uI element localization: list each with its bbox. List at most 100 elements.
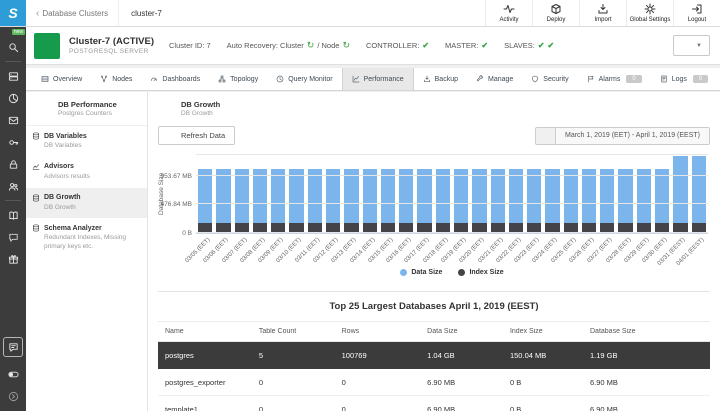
docs-icon: [8, 210, 19, 221]
tab-query-monitor[interactable]: Query Monitor: [267, 68, 341, 90]
data-size-segment: [692, 156, 706, 223]
data-size-segment: [673, 156, 687, 223]
global-settings-button[interactable]: Global Settings: [626, 0, 673, 26]
bar-03-29: [637, 169, 651, 233]
table-row-template1[interactable]: template1006.90 MB0 B6.90 MB: [158, 396, 710, 411]
cell-data-size: 1.04 GB: [420, 351, 503, 360]
support-chat-icon: [8, 342, 19, 353]
date-range-value[interactable]: March 1, 2019 (EET) - April 1, 2019 (EES…: [556, 127, 710, 145]
deploy-button[interactable]: Deploy: [532, 0, 579, 26]
table-row-postgres[interactable]: postgres51007691.04 GB150.04 MB1.19 GB: [158, 342, 710, 369]
logout-button[interactable]: Logout: [673, 0, 720, 26]
data-size-segment: [326, 169, 340, 223]
tab-backup[interactable]: Backup: [414, 68, 467, 90]
bar-03-06: [216, 169, 230, 233]
data-size-segment: [381, 169, 395, 223]
tab-alarms[interactable]: Alarms0: [578, 68, 651, 90]
sidebar-item-search[interactable]: [0, 36, 26, 58]
sidebar-item-clusters[interactable]: [0, 65, 26, 87]
bar-03-11: [308, 169, 322, 233]
data-size-segment: [637, 169, 651, 223]
check-icon: ✔: [538, 41, 545, 50]
column-header-database-size: Database Size: [583, 328, 710, 335]
date-range-picker[interactable]: March 1, 2019 (EET) - April 1, 2019 (EES…: [535, 127, 710, 145]
metrics-icon: [8, 93, 19, 104]
database-icon: [32, 132, 40, 140]
sidebar-item-support-chat[interactable]: [3, 337, 23, 357]
calendar-icon[interactable]: [535, 127, 556, 145]
tab-performance[interactable]: Performance: [342, 68, 414, 90]
sidebar-item-collapse[interactable]: [0, 385, 26, 407]
tab-security[interactable]: Security: [522, 68, 577, 90]
sidebar-item-docs[interactable]: [0, 204, 26, 226]
tab-manage[interactable]: Manage: [467, 68, 522, 90]
subnav-item-db-growth[interactable]: DB GrowthDB Growth: [26, 188, 147, 219]
team-icon: [8, 181, 19, 192]
data-size-segment: [417, 169, 431, 223]
sidebar-divider: [5, 61, 21, 62]
sidebar-item-feedback[interactable]: [0, 226, 26, 248]
legend-item-index-size[interactable]: Index Size: [458, 269, 503, 276]
main-header: DB Growth DB Growth: [158, 100, 710, 119]
data-size-segment: [399, 169, 413, 223]
backup-icon: [423, 75, 431, 83]
logs-icon: [660, 75, 668, 83]
icon-sidebar: new: [0, 27, 26, 411]
tab-overview[interactable]: Overview: [32, 68, 91, 90]
data-size-segment: [564, 169, 578, 223]
tab-topology[interactable]: Topology: [209, 68, 267, 90]
import-button[interactable]: Import: [579, 0, 626, 26]
activity-icon: [503, 3, 515, 15]
tab-logs[interactable]: Logs0: [651, 68, 718, 90]
cell-table-count: 5: [252, 351, 335, 360]
check-icon: ✔: [422, 41, 429, 50]
table-row-postgres_exporter[interactable]: postgres_exporter006.90 MB0 B6.90 MB: [158, 369, 710, 396]
cluster-actions-dropdown[interactable]: ▼: [673, 35, 710, 56]
sidebar-item-team[interactable]: [0, 175, 26, 197]
cell-rows: 100769: [335, 351, 421, 360]
sidebar-item-security[interactable]: [0, 153, 26, 175]
tab-count-badge: 0: [693, 75, 708, 83]
sidebar-item-metrics[interactable]: [0, 87, 26, 109]
chart-bars: [196, 155, 708, 233]
sidebar-item-display-toggle[interactable]: [0, 363, 26, 385]
security-icon: [531, 75, 539, 83]
performance-icon: [352, 75, 360, 83]
data-size-segment: [198, 169, 212, 223]
feedback-icon: [8, 232, 19, 243]
check-icon: ✔: [481, 41, 488, 50]
sidebar-item-email[interactable]: [0, 109, 26, 131]
cluster-recovery-icon: ↻: [307, 41, 315, 50]
cell-index-size: 0 B: [503, 378, 583, 387]
subnav-item-advisors[interactable]: AdvisorsAdvisors results: [26, 157, 147, 188]
activity-button[interactable]: Activity: [485, 0, 532, 26]
column-header-table-count: Table Count: [252, 328, 335, 335]
data-size-segment: [527, 169, 541, 223]
whats-new-icon: [8, 254, 19, 265]
chevron-down-icon: ▼: [696, 43, 702, 49]
refresh-data-button[interactable]: Refresh Data: [158, 126, 235, 145]
app-logo[interactable]: S: [0, 0, 26, 26]
tab-dashboards[interactable]: Dashboards: [141, 68, 209, 90]
cell-database-size: 6.90 MB: [583, 405, 710, 411]
breadcrumb-back-link[interactable]: ‹ Database Clusters: [26, 0, 119, 26]
legend-item-data-size[interactable]: Data Size: [400, 269, 442, 276]
data-size-segment: [271, 169, 285, 223]
x-axis-labels: 03/05 (EET)03/06 (EET)03/07 (EET)03/08 (…: [196, 235, 708, 267]
overview-icon: [41, 75, 49, 83]
bar-03-07: [235, 169, 249, 233]
bar-03-20: [472, 169, 486, 233]
cell-name: postgres_exporter: [158, 378, 252, 387]
sidebar-item-whats-new[interactable]: [0, 248, 26, 270]
clusters-icon: [8, 71, 19, 82]
top-navigation-bar: S ‹ Database Clusters cluster-7 Activity…: [0, 0, 720, 27]
sidebar-item-key[interactable]: [0, 131, 26, 153]
security-icon: [8, 159, 19, 170]
subnav-item-db-variables[interactable]: DB VariablesDB Variables: [26, 126, 147, 157]
cluster-header: Cluster-7 (ACTIVE) POSTGRESQL SERVER Clu…: [26, 27, 720, 65]
y-axis-tick: 953.67 MB: [158, 173, 192, 180]
tab-nodes[interactable]: Nodes: [91, 68, 141, 90]
bar-03-13: [344, 169, 358, 233]
new-badge: new: [12, 29, 25, 35]
subnav-item-schema-analyzer[interactable]: Schema AnalyzerRedundant Indexes, Missin…: [26, 218, 147, 258]
